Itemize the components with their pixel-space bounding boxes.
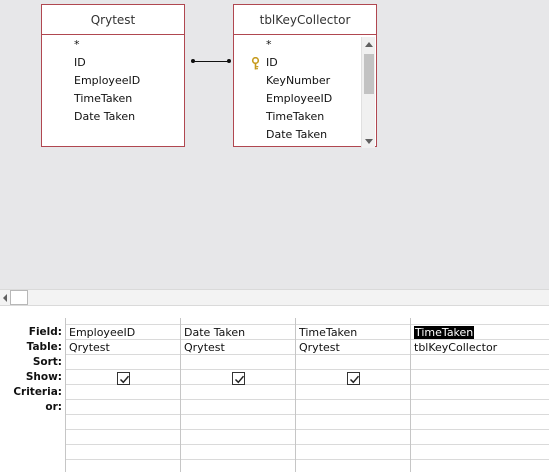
query-design-grid[interactable]: Field: Table: Sort: Show: Criteria: or: …: [0, 318, 549, 472]
checkmark-icon: [349, 375, 360, 384]
scroll-down-button[interactable]: [362, 134, 376, 148]
scroll-up-button[interactable]: [362, 37, 376, 51]
field-timetaken[interactable]: TimeTaken: [74, 90, 132, 108]
field-list-scrollbar[interactable]: [361, 37, 375, 148]
grid-column-border: [65, 318, 66, 472]
grid-criteria-cell[interactable]: [299, 385, 407, 400]
checkmark-icon: [234, 375, 245, 384]
field-all[interactable]: *: [266, 36, 272, 54]
grid-or-cell[interactable]: [69, 400, 177, 415]
table-tblkeycollector-title[interactable]: tblKeyCollector: [234, 5, 376, 35]
grid-line: [65, 429, 549, 430]
show-checkbox[interactable]: [347, 372, 360, 385]
grid-field-cell-selected[interactable]: TimeTaken: [414, 325, 544, 340]
grid-table-cell[interactable]: Qrytest: [184, 340, 292, 355]
row-label-show: Show:: [25, 371, 62, 383]
grid-line: [65, 444, 549, 445]
query-design-pane[interactable]: Qrytest * ID EmployeeID TimeTaken Date T…: [0, 0, 549, 289]
grid-table-cell[interactable]: tblKeyCollector: [414, 340, 544, 355]
grid-sort-cell[interactable]: [69, 355, 177, 370]
field-employeeid[interactable]: EmployeeID: [266, 90, 332, 108]
field-date-taken[interactable]: Date Taken: [266, 126, 327, 144]
grid-line: [65, 459, 549, 460]
show-checkbox[interactable]: [117, 372, 130, 385]
grid-criteria-cell[interactable]: [414, 385, 544, 400]
horizontal-scrollbar[interactable]: [0, 289, 549, 306]
grid-sort-cell[interactable]: [414, 355, 544, 370]
grid-sort-cell[interactable]: [184, 355, 292, 370]
scroll-thumb[interactable]: [364, 54, 374, 94]
arrow-up-icon: [365, 41, 373, 47]
join-end-right: [227, 59, 231, 63]
grid-sort-cell[interactable]: [299, 355, 407, 370]
selected-field-text: TimeTaken: [414, 326, 475, 339]
grid-criteria-cell[interactable]: [69, 385, 177, 400]
field-date-taken[interactable]: Date Taken: [74, 108, 135, 126]
grid-column-border: [180, 318, 181, 472]
grid-field-cell[interactable]: TimeTaken: [299, 325, 407, 340]
scroll-left-button[interactable]: [0, 290, 10, 305]
field-id[interactable]: ID: [234, 54, 360, 72]
field-timetaken[interactable]: TimeTaken: [266, 108, 324, 126]
grid-or-cell[interactable]: [299, 400, 407, 415]
row-label-sort: Sort:: [32, 356, 62, 368]
grid-field-cell[interactable]: EmployeeID: [69, 325, 177, 340]
grid-or-cell[interactable]: [414, 400, 544, 415]
show-checkbox[interactable]: [232, 372, 245, 385]
checkmark-icon: [119, 375, 130, 384]
grid-or-cell[interactable]: [184, 400, 292, 415]
grid-show-cell[interactable]: [414, 370, 544, 385]
row-label-criteria: Criteria:: [13, 386, 62, 398]
grid-criteria-cell[interactable]: [184, 385, 292, 400]
arrow-left-icon: [3, 293, 7, 302]
join-end-left: [191, 59, 195, 63]
field-id[interactable]: ID: [74, 54, 86, 72]
field-employeeid[interactable]: EmployeeID: [74, 72, 140, 90]
primary-key-icon: [251, 57, 260, 70]
relationship-join-line[interactable]: [191, 59, 231, 63]
arrow-down-icon: [365, 138, 373, 144]
grid-column-border: [410, 318, 411, 472]
field-id-label: ID: [266, 56, 278, 69]
row-label-or: or:: [45, 401, 62, 413]
field-keynumber[interactable]: KeyNumber: [266, 72, 330, 90]
table-tblkeycollector[interactable]: tblKeyCollector * ID KeyNumber EmployeeI…: [233, 4, 377, 148]
table-qrytest-title[interactable]: Qrytest: [42, 5, 184, 35]
row-label-field: Field:: [28, 326, 62, 338]
grid-column-border: [295, 318, 296, 472]
horizontal-scroll-thumb[interactable]: [10, 290, 28, 305]
grid-table-cell[interactable]: Qrytest: [299, 340, 407, 355]
grid-table-cell[interactable]: Qrytest: [69, 340, 177, 355]
row-label-table: Table:: [26, 341, 62, 353]
table-qrytest[interactable]: Qrytest * ID EmployeeID TimeTaken Date T…: [41, 4, 185, 147]
grid-field-cell[interactable]: Date Taken: [184, 325, 292, 340]
pane-splitter[interactable]: [0, 306, 549, 318]
field-all[interactable]: *: [74, 36, 80, 54]
